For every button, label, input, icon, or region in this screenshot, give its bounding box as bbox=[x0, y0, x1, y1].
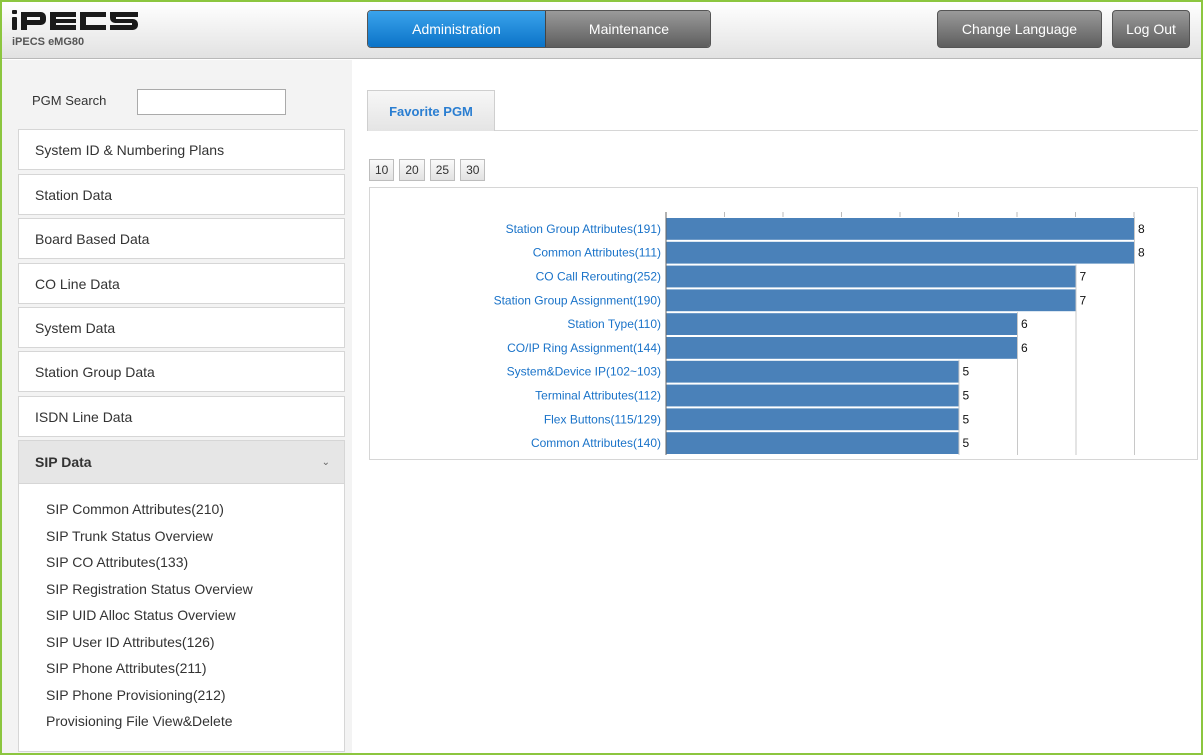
pgm-search-label: PGM Search bbox=[32, 93, 107, 108]
category-label[interactable]: Station Group Assignment(190) bbox=[494, 293, 661, 307]
change-language-button[interactable]: Change Language bbox=[937, 10, 1102, 48]
submenu-item-sip-trunk-status[interactable]: SIP Trunk Status Overview bbox=[19, 523, 344, 550]
sidebar-item-sip-data[interactable]: SIP Data ⌄ bbox=[18, 440, 345, 484]
sip-submenu: SIP Common Attributes(210) SIP Trunk Sta… bbox=[18, 484, 345, 752]
category-label[interactable]: CO Call Rerouting(252) bbox=[536, 270, 661, 284]
sidebar-item-system-id[interactable]: System ID & Numbering Plans bbox=[18, 129, 345, 170]
tab-maintenance[interactable]: Maintenance bbox=[545, 11, 710, 47]
value-label: 5 bbox=[963, 365, 970, 379]
sidebar-item-label: Station Group Data bbox=[35, 363, 155, 380]
value-label: 8 bbox=[1138, 222, 1145, 236]
bar bbox=[666, 360, 959, 383]
tab-administration[interactable]: Administration bbox=[368, 11, 545, 47]
submenu-item-sip-phone-attributes[interactable]: SIP Phone Attributes(211) bbox=[19, 655, 344, 682]
page-size-button-10[interactable]: 10 bbox=[369, 159, 395, 181]
bar bbox=[666, 384, 959, 407]
page-size-selector: 10 20 25 30 bbox=[369, 159, 486, 181]
submenu-item-sip-user-id-attributes[interactable]: SIP User ID Attributes(126) bbox=[19, 629, 344, 656]
submenu-item-provisioning-file[interactable]: Provisioning File View&Delete bbox=[19, 708, 344, 735]
submenu-item-sip-phone-provisioning[interactable]: SIP Phone Provisioning(212) bbox=[19, 682, 344, 709]
category-label[interactable]: Common Attributes(111) bbox=[533, 246, 661, 260]
sidebar-item-label: CO Line Data bbox=[35, 275, 120, 292]
sidebar-item-label: SIP Data bbox=[35, 454, 92, 470]
page-size-button-30[interactable]: 30 bbox=[460, 159, 486, 181]
bar-chart: Station Group Attributes(191) 8 Common Att… bbox=[494, 212, 1145, 455]
category-label[interactable]: CO/IP Ring Assignment(144) bbox=[507, 341, 661, 355]
sidebar-item-board-based-data[interactable]: Board Based Data bbox=[18, 218, 345, 259]
sidebar-item-label: System Data bbox=[35, 319, 116, 336]
sidebar-item-station-data[interactable]: Station Data bbox=[18, 174, 345, 215]
sidebar: PGM Search System ID & Numbering Plans S… bbox=[2, 60, 352, 753]
sidebar-item-station-group-data[interactable]: Station Group Data bbox=[18, 351, 345, 392]
top-nav: Administration Maintenance bbox=[367, 10, 711, 48]
header: iPECS eMG80 Administration Maintenance C… bbox=[2, 2, 1201, 59]
value-label: 5 bbox=[963, 412, 970, 426]
bar bbox=[666, 265, 1076, 288]
category-label[interactable]: System&Device IP(102~103) bbox=[507, 365, 661, 379]
category-label[interactable]: Terminal Attributes(112) bbox=[535, 389, 661, 403]
category-label[interactable]: Station Group Attributes(191) bbox=[506, 222, 661, 236]
bar bbox=[666, 218, 1134, 240]
page-size-button-25[interactable]: 25 bbox=[429, 159, 456, 181]
page-size-button-20[interactable]: 20 bbox=[399, 159, 425, 181]
sidebar-item-label: System ID & Numbering Plans bbox=[35, 141, 225, 158]
category-label[interactable]: Common Attributes(140) bbox=[531, 436, 661, 450]
sidebar-item-label: Board Based Data bbox=[35, 230, 150, 247]
submenu-item-sip-co-attributes[interactable]: SIP CO Attributes(133) bbox=[19, 549, 344, 576]
value-label: 7 bbox=[1080, 293, 1087, 307]
sidebar-item-label: ISDN Line Data bbox=[35, 408, 133, 425]
pgm-search-input[interactable] bbox=[137, 89, 286, 115]
value-label: 6 bbox=[1021, 341, 1028, 355]
bar bbox=[666, 241, 1134, 264]
value-label: 5 bbox=[963, 436, 970, 450]
product-subtitle: iPECS eMG80 bbox=[12, 36, 85, 48]
logout-button[interactable]: Log Out bbox=[1112, 10, 1190, 48]
submenu-item-sip-common-attributes[interactable]: SIP Common Attributes(210) bbox=[19, 496, 344, 523]
bar bbox=[666, 289, 1076, 312]
sidebar-item-co-line-data[interactable]: CO Line Data bbox=[18, 263, 345, 304]
favorite-pgm-chart: Station Group Attributes(191) 8 Common Att… bbox=[369, 187, 1198, 460]
sidebar-item-system-data[interactable]: System Data bbox=[18, 307, 345, 348]
value-label: 7 bbox=[1080, 270, 1087, 284]
category-label[interactable]: Flex Buttons(115/129) bbox=[544, 412, 661, 426]
chevron-down-icon: ⌄ bbox=[321, 456, 330, 468]
value-label: 8 bbox=[1138, 246, 1145, 260]
submenu-item-sip-uid-alloc-status[interactable]: SIP UID Alloc Status Overview bbox=[19, 602, 344, 629]
tab-favorite-pgm[interactable]: Favorite PGM bbox=[367, 90, 495, 131]
bar bbox=[666, 408, 959, 431]
sidebar-item-label: Station Data bbox=[35, 186, 113, 203]
value-label: 5 bbox=[963, 389, 970, 403]
bar bbox=[666, 313, 1017, 335]
bar bbox=[666, 337, 1017, 359]
bar bbox=[666, 432, 959, 454]
sidebar-item-isdn-line-data[interactable]: ISDN Line Data bbox=[18, 396, 345, 437]
submenu-item-sip-registration-status[interactable]: SIP Registration Status Overview bbox=[19, 576, 344, 603]
value-label: 6 bbox=[1021, 317, 1028, 331]
category-label[interactable]: Station Type(110) bbox=[567, 317, 661, 331]
